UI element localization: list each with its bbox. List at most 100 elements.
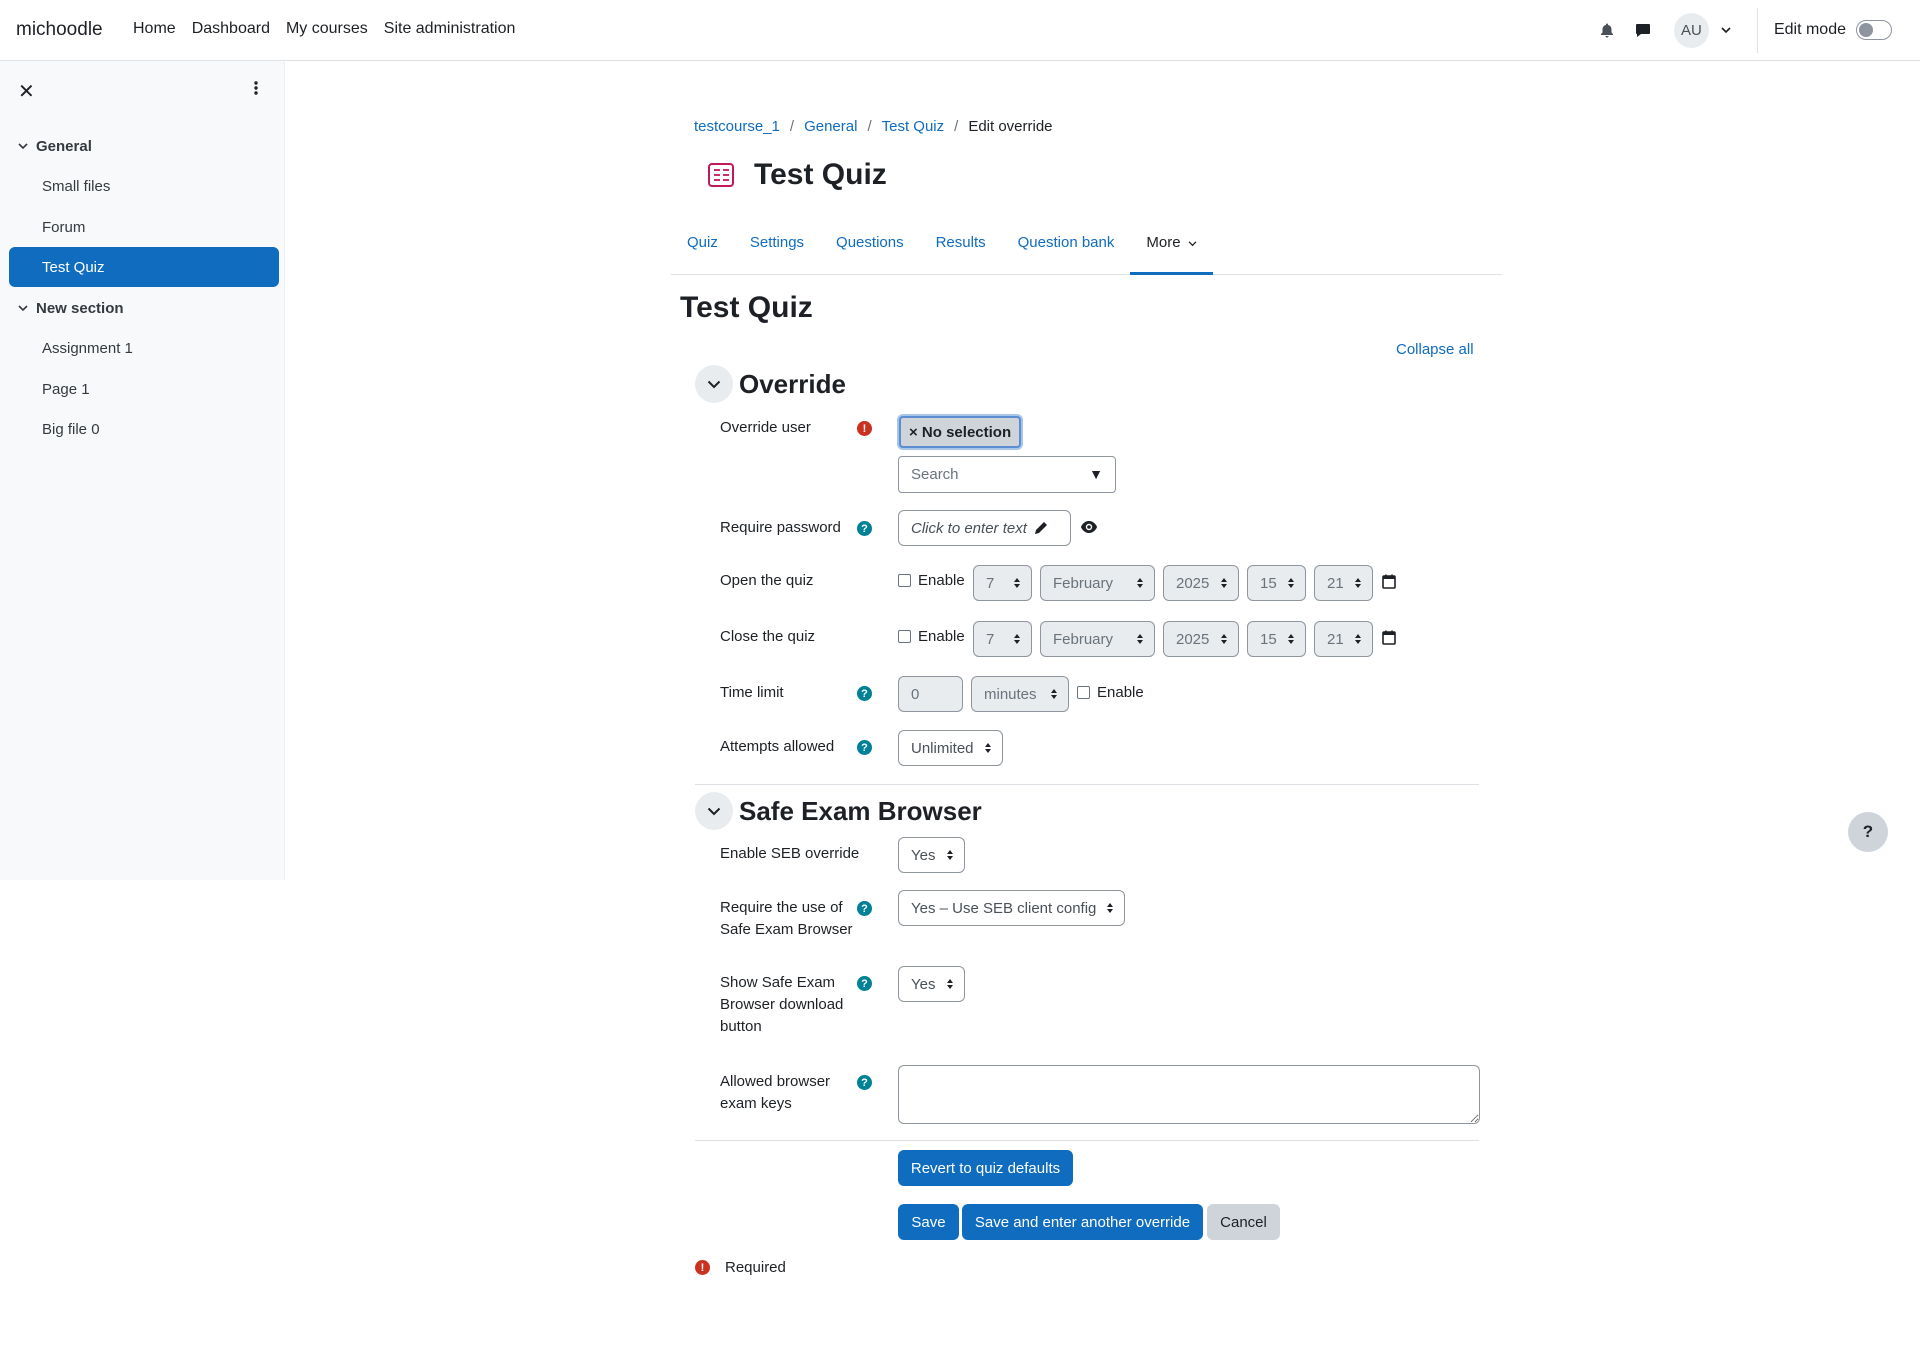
tab-results[interactable]: Results bbox=[920, 220, 1002, 275]
cancel-button[interactable]: Cancel bbox=[1207, 1204, 1280, 1240]
kebab-menu-icon[interactable] bbox=[254, 80, 258, 101]
primary-navigation: Home Dashboard My courses Site administr… bbox=[133, 20, 531, 38]
allowed-exam-keys-textarea[interactable] bbox=[898, 1065, 1480, 1124]
page-heading: Test Quiz bbox=[680, 291, 813, 324]
show-seb-download-select[interactable]: Yes bbox=[898, 966, 965, 1002]
sort-arrows-icon bbox=[1355, 578, 1361, 588]
nav-home[interactable]: Home bbox=[133, 20, 176, 38]
tab-question-bank[interactable]: Question bank bbox=[1002, 220, 1131, 275]
eye-icon[interactable] bbox=[1080, 520, 1098, 539]
time-limit-unit-select[interactable]: minutes bbox=[971, 676, 1069, 712]
section-divider bbox=[695, 1140, 1479, 1141]
drawer-item-page-1[interactable]: Page 1 bbox=[9, 369, 279, 409]
label-line: Allowed browser bbox=[720, 1073, 831, 1090]
chevron-down-icon[interactable] bbox=[1715, 19, 1737, 41]
avatar[interactable]: AU bbox=[1673, 12, 1709, 48]
drawer-item-assignment-1[interactable]: Assignment 1 bbox=[9, 328, 279, 368]
breadcrumb-activity[interactable]: Test Quiz bbox=[882, 118, 945, 135]
chevron-down-icon bbox=[18, 143, 28, 150]
tab-quiz[interactable]: Quiz bbox=[671, 220, 734, 275]
close-year-select[interactable]: 2025 bbox=[1163, 621, 1239, 657]
drawer-item-big-file-0[interactable]: Big file 0 bbox=[9, 409, 279, 449]
bell-icon[interactable] bbox=[1596, 19, 1618, 41]
select-value: 7 bbox=[986, 630, 995, 648]
help-button[interactable]: ? bbox=[1848, 812, 1888, 852]
help-icon[interactable]: ? bbox=[857, 521, 872, 536]
tab-more-label: More bbox=[1146, 234, 1181, 251]
open-quiz-enable-checkbox[interactable]: Enable bbox=[898, 572, 965, 589]
dropdown-triangle-icon: ▼ bbox=[1089, 466, 1103, 482]
page-header: Test Quiz bbox=[706, 158, 887, 192]
chevron-down-icon bbox=[707, 380, 721, 388]
breadcrumb-section[interactable]: General bbox=[804, 118, 857, 135]
close-quiz-enable-checkbox[interactable]: Enable bbox=[898, 628, 965, 645]
no-selection-chip[interactable]: × No selection bbox=[899, 416, 1022, 448]
attempts-allowed-select[interactable]: Unlimited bbox=[898, 730, 1003, 766]
breadcrumb-course[interactable]: testcourse_1 bbox=[694, 118, 780, 135]
label-line: Safe Exam Browser bbox=[720, 921, 853, 938]
toggle-knob bbox=[1859, 23, 1873, 37]
help-icon[interactable]: ? bbox=[857, 976, 872, 991]
label-line: exam keys bbox=[720, 1095, 792, 1112]
open-month-select[interactable]: February bbox=[1040, 565, 1155, 601]
drawer-section-new-section[interactable]: New section bbox=[18, 300, 124, 317]
collapse-section-button[interactable] bbox=[695, 365, 733, 403]
nav-dashboard[interactable]: Dashboard bbox=[192, 20, 270, 38]
chevron-down-icon bbox=[18, 305, 28, 312]
close-day-select[interactable]: 7 bbox=[973, 621, 1032, 657]
open-year-select[interactable]: 2025 bbox=[1163, 565, 1239, 601]
save-another-override-button[interactable]: Save and enter another override bbox=[962, 1204, 1203, 1240]
sort-arrows-icon bbox=[1221, 634, 1227, 644]
breadcrumb: testcourse_1 / General / Test Quiz / Edi… bbox=[694, 118, 1053, 135]
open-day-select[interactable]: 7 bbox=[973, 565, 1032, 601]
messages-icon[interactable] bbox=[1632, 19, 1654, 41]
tab-more[interactable]: More bbox=[1130, 220, 1213, 275]
help-icon[interactable]: ? bbox=[857, 686, 872, 701]
checkbox-box bbox=[898, 630, 911, 643]
close-hour-select[interactable]: 15 bbox=[1247, 621, 1306, 657]
nav-site-administration[interactable]: Site administration bbox=[384, 20, 516, 38]
tab-settings[interactable]: Settings bbox=[734, 220, 820, 275]
open-minute-select[interactable]: 21 bbox=[1314, 565, 1373, 601]
collapse-section-button[interactable] bbox=[695, 792, 733, 830]
search-placeholder: Search bbox=[911, 466, 959, 483]
open-quiz-label: Open the quiz bbox=[720, 572, 814, 589]
calendar-icon[interactable] bbox=[1382, 574, 1396, 594]
drawer-item-forum[interactable]: Forum bbox=[9, 207, 279, 247]
save-button[interactable]: Save bbox=[898, 1204, 959, 1240]
select-value: Yes bbox=[911, 846, 936, 864]
select-value: 15 bbox=[1260, 630, 1277, 648]
site-brand[interactable]: michoodle bbox=[16, 19, 103, 41]
required-legend: ! Required bbox=[695, 1259, 786, 1276]
nav-my-courses[interactable]: My courses bbox=[286, 20, 368, 38]
enable-label: Enable bbox=[918, 572, 965, 589]
drawer-section-general[interactable]: General bbox=[18, 138, 92, 155]
tab-questions[interactable]: Questions bbox=[820, 220, 920, 275]
password-placeholder: Click to enter text bbox=[911, 519, 1027, 537]
select-value: 21 bbox=[1327, 574, 1344, 592]
drawer-section-title: New section bbox=[36, 300, 124, 317]
edit-mode-toggle[interactable] bbox=[1856, 20, 1892, 40]
close-icon[interactable]: ✕ bbox=[18, 79, 35, 104]
time-limit-input[interactable]: 0 bbox=[898, 676, 963, 712]
calendar-icon[interactable] bbox=[1382, 630, 1396, 650]
collapse-all-link[interactable]: Collapse all bbox=[1396, 341, 1474, 358]
attempts-allowed-label: Attempts allowed bbox=[720, 738, 835, 755]
enable-seb-override-select[interactable]: Yes bbox=[898, 837, 965, 873]
help-icon[interactable]: ? bbox=[857, 740, 872, 755]
require-seb-select[interactable]: Yes – Use SEB client config bbox=[898, 890, 1125, 926]
user-search-select[interactable]: Search ▼ bbox=[898, 456, 1116, 493]
help-icon[interactable]: ? bbox=[857, 1075, 872, 1090]
drawer-item-test-quiz[interactable]: Test Quiz bbox=[9, 247, 279, 287]
open-hour-select[interactable]: 15 bbox=[1247, 565, 1306, 601]
drawer-item-small-files[interactable]: Small files bbox=[9, 166, 279, 206]
close-minute-select[interactable]: 21 bbox=[1314, 621, 1373, 657]
password-field[interactable]: Click to enter text bbox=[898, 510, 1071, 546]
quiz-icon bbox=[708, 163, 734, 187]
revert-to-defaults-button[interactable]: Revert to quiz defaults bbox=[898, 1150, 1073, 1186]
time-limit-enable-checkbox[interactable]: Enable bbox=[1077, 684, 1144, 701]
select-value: 2025 bbox=[1176, 630, 1210, 648]
help-icon[interactable]: ? bbox=[857, 901, 872, 916]
close-month-select[interactable]: February bbox=[1040, 621, 1155, 657]
show-seb-download-label: Show Safe Exam Browser download button bbox=[720, 972, 843, 1038]
